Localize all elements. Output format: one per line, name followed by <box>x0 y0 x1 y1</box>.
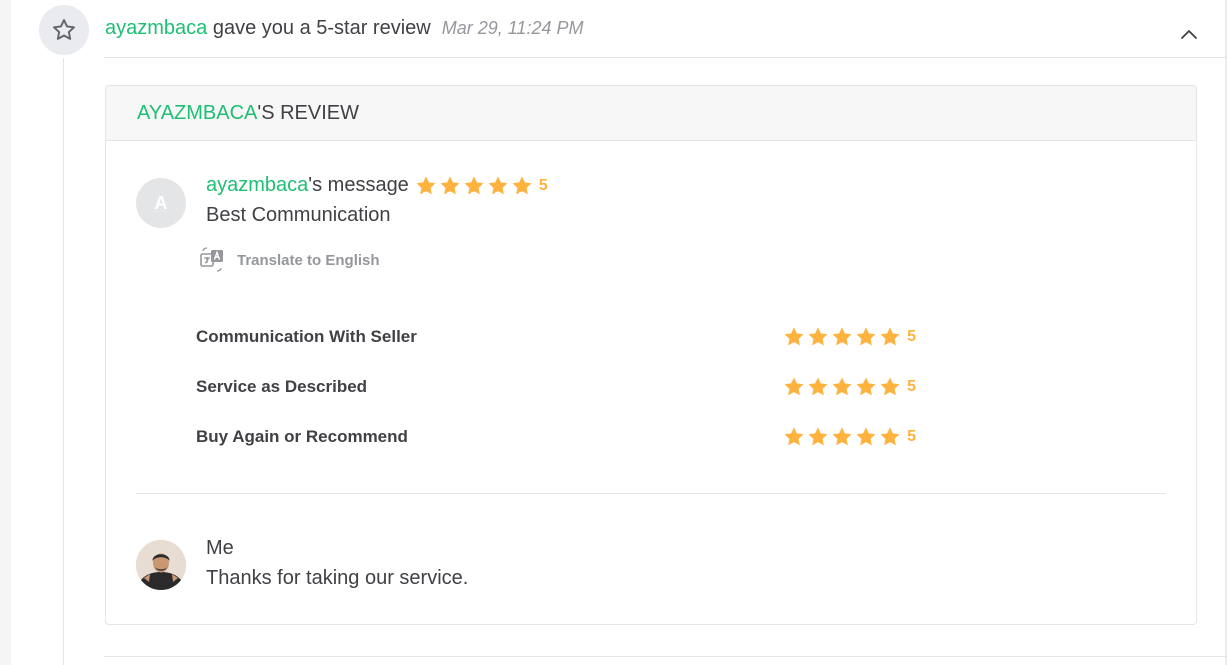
star-icon <box>856 377 876 396</box>
review-message-text: Best Communication <box>206 204 391 226</box>
rating-label: Buy Again or Recommend <box>196 427 408 446</box>
star-icon <box>832 427 852 446</box>
star-icon <box>808 327 828 346</box>
star-icon <box>880 427 900 446</box>
star-icon <box>488 175 508 194</box>
timeline-line <box>63 58 64 665</box>
star-icon <box>464 175 484 194</box>
star-icon <box>880 327 900 346</box>
event-action-text: gave you a 5-star review <box>212 17 431 39</box>
header-divider <box>104 57 1227 58</box>
rating-row-service: Service as Described 5 <box>196 374 916 400</box>
overall-rating-value: 5 <box>538 176 548 194</box>
rating-value: 5 <box>907 378 916 395</box>
rating-stars: 5 <box>783 326 916 348</box>
left-rail <box>0 0 11 665</box>
reviewer-avatar: A <box>136 178 186 228</box>
review-header-username[interactable]: AYAZMBACA <box>137 102 257 125</box>
rating-stars: 5 <box>783 376 916 398</box>
reviewer-username-link[interactable]: ayazmbaca <box>206 174 308 197</box>
star-icon <box>784 427 804 446</box>
reviewer-message-line: ayazmbaca 's message 5 <box>206 174 548 197</box>
star-outline-icon <box>39 5 89 55</box>
star-icon <box>832 327 852 346</box>
star-icon <box>856 327 876 346</box>
rating-label: Service as Described <box>196 377 368 396</box>
rating-row-communication: Communication With Seller 5 <box>196 324 916 350</box>
event-timestamp: Mar 29, 11:24 PM <box>441 18 584 38</box>
bottom-divider <box>104 656 1227 657</box>
reply-text: Thanks for taking our service. <box>206 567 469 589</box>
star-icon <box>416 175 436 194</box>
star-icon <box>784 377 804 396</box>
event-username-link[interactable]: ayazmbaca <box>105 17 207 40</box>
star-icon <box>440 175 460 194</box>
translate-label: Translate to English <box>237 251 380 269</box>
review-card: AYAZMBACA 'S REVIEW A ayazmbaca 's messa… <box>105 85 1197 625</box>
message-label: 's message <box>308 174 409 196</box>
star-icon <box>784 327 804 346</box>
review-card-header: AYAZMBACA 'S REVIEW <box>106 86 1196 141</box>
rating-value: 5 <box>907 428 916 445</box>
rating-value: 5 <box>907 328 916 345</box>
star-icon <box>856 427 876 446</box>
star-icon <box>808 377 828 396</box>
review-header-suffix: 'S REVIEW <box>257 101 360 124</box>
rating-row-recommend: Buy Again or Recommend 5 <box>196 424 916 450</box>
chevron-up-icon <box>1181 30 1197 39</box>
star-icon <box>808 427 828 446</box>
star-icon <box>832 377 852 396</box>
rating-stars: 5 <box>783 426 916 448</box>
collapse-button[interactable] <box>1178 24 1200 46</box>
star-icon <box>880 377 900 396</box>
translate-button[interactable]: Translate to English <box>198 246 380 274</box>
rating-label: Communication With Seller <box>196 327 417 346</box>
star-icon <box>512 175 532 194</box>
translate-icon <box>200 247 223 272</box>
my-avatar <box>136 540 186 590</box>
overall-star-rating: 5 <box>415 175 548 197</box>
reply-author-name: Me <box>206 537 234 559</box>
card-divider <box>136 493 1166 494</box>
event-header: ayazmbaca gave you a 5-star review Mar 2… <box>105 17 583 43</box>
